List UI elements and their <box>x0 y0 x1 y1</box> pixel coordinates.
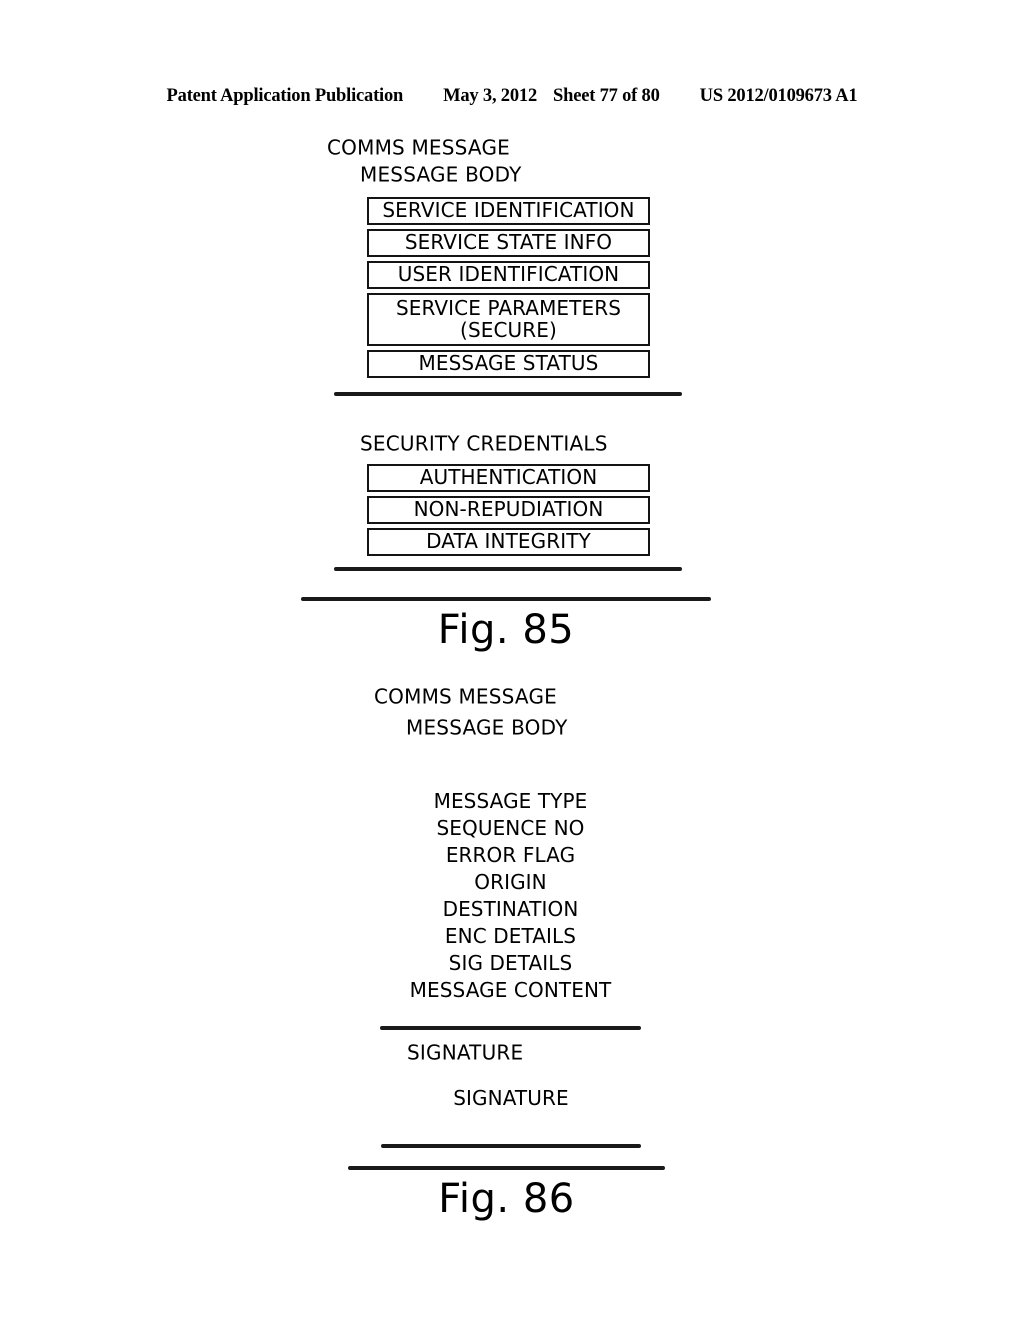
fig85-security-credentials-label: SECURITY CREDENTIALS <box>354 433 614 454</box>
fig85-message-body-items: SERVICE IDENTIFICATION SERVICE STATE INF… <box>334 197 682 396</box>
row-label: SERVICE IDENTIFICATION <box>382 198 635 223</box>
fig86-line-enc-details: ENC DETAILS <box>444 924 577 948</box>
fig85-comms-message-group: COMMS MESSAGE MESSAGE BODY SERVICE IDENT… <box>301 137 711 601</box>
fig86-message-body-label: MESSAGE BODY <box>400 717 574 738</box>
figure-85: COMMS MESSAGE MESSAGE BODY SERVICE IDENT… <box>301 137 711 658</box>
fig86-caption: Fig. 86 <box>438 1176 575 1222</box>
page-header: Patent Application Publication May 3, 20… <box>0 86 1024 107</box>
fig85-item-service-parameters-secure: SERVICE PARAMETERS (SECURE) <box>367 293 650 346</box>
fig86-line-message-content: MESSAGE CONTENT <box>409 978 612 1002</box>
fig85-item-non-repudiation: NON-REPUDIATION <box>367 496 650 524</box>
fig86-comms-message-label: COMMS MESSAGE <box>368 686 563 707</box>
row-label: SERVICE PARAMETERS (SECURE) <box>395 295 622 342</box>
fig85-comms-message-frame <box>301 597 711 601</box>
fig86-line-signature: SIGNATURE <box>453 1086 569 1110</box>
fig86-signature-items: SIGNATURE <box>381 1085 641 1148</box>
fig85-security-credentials-group: SECURITY CREDENTIALS AUTHENTICATION NON-… <box>334 433 682 571</box>
fig86-message-body-group: MESSAGE BODY MESSAGE TYPE SEQUENCE NO ER… <box>380 717 641 1030</box>
fig86-comms-message-frame <box>348 1166 665 1170</box>
fig85-comms-message-label: COMMS MESSAGE <box>321 137 516 158</box>
header-document-number: US 2012/0109673 A1 <box>699 86 858 106</box>
fig85-item-user-identification: USER IDENTIFICATION <box>367 261 650 289</box>
fig86-line-destination: DESTINATION <box>442 897 579 921</box>
fig86-line-sequence-no: SEQUENCE NO <box>436 816 585 840</box>
fig86-signature-label: SIGNATURE <box>401 1042 530 1063</box>
fig86-line-origin: ORIGIN <box>474 870 547 894</box>
fig85-item-message-status: MESSAGE STATUS <box>367 350 650 378</box>
fig85-item-service-identification: SERVICE IDENTIFICATION <box>367 197 650 225</box>
fig85-item-data-integrity: DATA INTEGRITY <box>367 528 650 556</box>
fig85-message-body-label: MESSAGE BODY <box>354 164 528 185</box>
fig86-line-message-type: MESSAGE TYPE <box>433 789 588 813</box>
fig85-item-service-state-info: SERVICE STATE INFO <box>367 229 650 257</box>
header-sheet-number: Sheet 77 of 80 <box>553 86 660 106</box>
fig85-message-body-group: MESSAGE BODY SERVICE IDENTIFICATION SERV… <box>334 164 682 396</box>
header-publication-label: Patent Application Publication <box>166 86 404 106</box>
header-date: May 3, 2012 <box>443 86 538 106</box>
fig86-comms-message-group: COMMS MESSAGE MESSAGE BODY MESSAGE TYPE … <box>348 686 665 1170</box>
row-label: MESSAGE STATUS <box>418 351 599 376</box>
fig86-line-sig-details: SIG DETAILS <box>448 951 573 975</box>
row-label: USER IDENTIFICATION <box>397 262 620 287</box>
fig85-item-authentication: AUTHENTICATION <box>367 464 650 492</box>
fig86-message-body-items: MESSAGE TYPE SEQUENCE NO ERROR FLAG ORIG… <box>380 788 641 1030</box>
fig85-security-credentials-items: AUTHENTICATION NON-REPUDIATION DATA INTE… <box>334 464 682 571</box>
figure-86: COMMS MESSAGE MESSAGE BODY MESSAGE TYPE … <box>348 686 665 1227</box>
fig85-caption: Fig. 85 <box>437 607 575 653</box>
row-label: DATA INTEGRITY <box>426 529 591 554</box>
fig86-signature-group: SIGNATURE SIGNATURE <box>381 1042 641 1148</box>
row-label: SERVICE STATE INFO <box>404 230 613 255</box>
fig86-line-error-flag: ERROR FLAG <box>445 843 576 867</box>
row-label: NON-REPUDIATION <box>413 497 604 522</box>
row-label: AUTHENTICATION <box>419 465 598 490</box>
